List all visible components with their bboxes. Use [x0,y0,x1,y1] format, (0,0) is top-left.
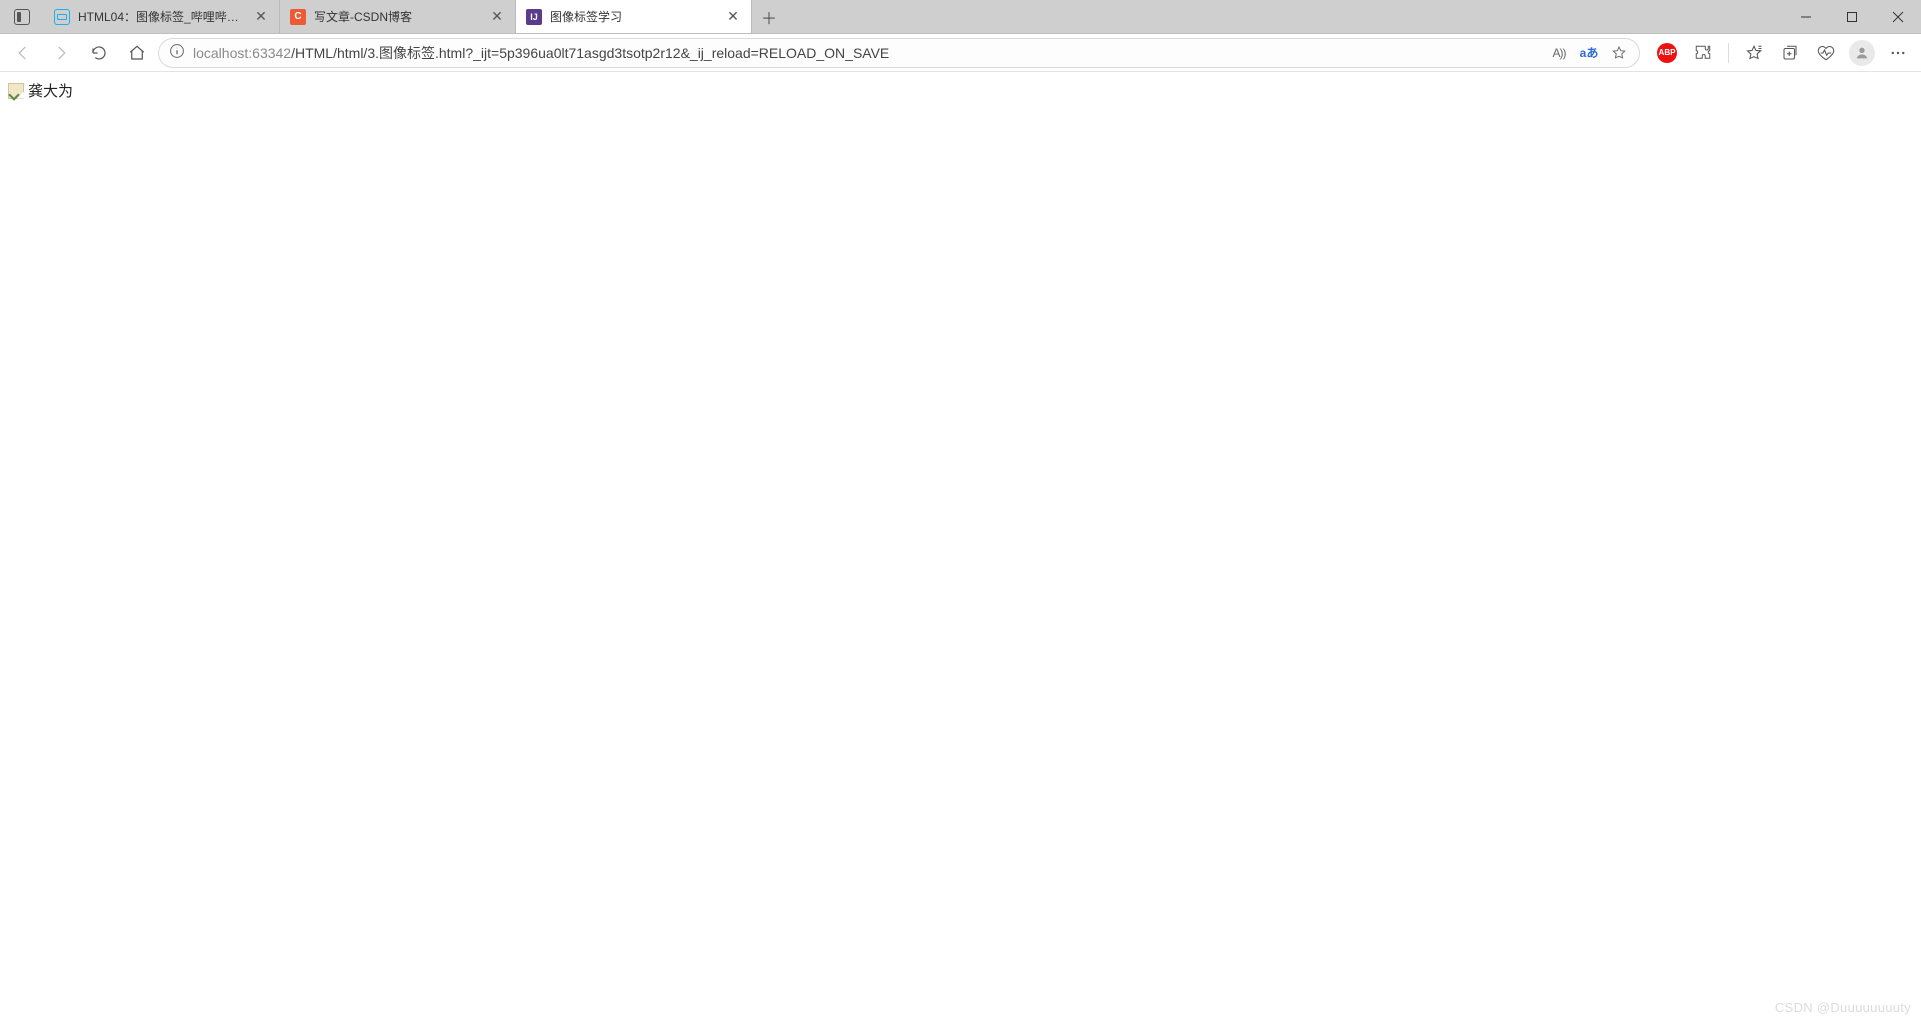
intellij-icon: IJ [526,9,542,25]
tab-title: 写文章-CSDN博客 [314,8,481,25]
address-bar[interactable]: localhost:63342/HTML/html/3.图像标签.html?_i… [158,38,1640,68]
favorites-icon [1745,44,1763,62]
toolbar-divider [1728,43,1729,63]
close-tab-button[interactable]: ✕ [253,9,269,25]
url-host: localhost [193,45,248,61]
collections-button[interactable] [1773,38,1807,68]
refresh-icon [90,44,108,62]
minimize-button[interactable] [1783,0,1829,33]
close-tab-button[interactable]: ✕ [489,9,505,25]
tab-active[interactable]: IJ 图像标签学习 ✕ [516,0,752,33]
more-icon [1889,44,1907,62]
tab-title: HTML04：图像标签_哔哩哔哩_bi [78,8,245,25]
favorite-button[interactable] [1609,43,1629,63]
back-button[interactable] [6,38,40,68]
more-button[interactable] [1881,38,1915,68]
avatar-icon [1849,40,1875,66]
close-tab-button[interactable]: ✕ [725,9,741,25]
maximize-button[interactable] [1829,0,1875,33]
tab-actions-button[interactable] [0,0,44,33]
tab-csdn[interactable]: C 写文章-CSDN博客 ✕ [280,0,516,33]
bilibili-icon [54,9,70,25]
refresh-button[interactable] [82,38,116,68]
tabs: HTML04：图像标签_哔哩哔哩_bi ✕ C 写文章-CSDN博客 ✕ IJ … [44,0,752,33]
url-text: localhost:63342/HTML/html/3.图像标签.html?_i… [193,43,889,63]
read-aloud-button[interactable]: A)) [1549,43,1569,63]
home-icon [128,44,146,62]
toolbar-right: ABP [1644,38,1915,68]
csdn-icon: C [290,9,306,25]
window-controls [1783,0,1921,33]
tab-title: 图像标签学习 [550,8,717,25]
broken-image: 龚大为 [8,80,73,101]
performance-button[interactable] [1809,38,1843,68]
translate-button[interactable]: aあ [1579,43,1599,63]
extensions-button[interactable] [1686,38,1720,68]
broken-image-icon [8,83,24,99]
home-button[interactable] [120,38,154,68]
profile-button[interactable] [1845,38,1879,68]
adblock-button[interactable]: ABP [1650,38,1684,68]
new-tab-button[interactable]: ＋ [752,0,786,33]
abp-icon: ABP [1657,43,1677,63]
maximize-icon [1846,11,1858,23]
forward-button[interactable] [44,38,78,68]
close-window-button[interactable] [1875,0,1921,33]
tab-strip: HTML04：图像标签_哔哩哔哩_bi ✕ C 写文章-CSDN博客 ✕ IJ … [0,0,1921,34]
favorites-button[interactable] [1737,38,1771,68]
page-viewport: 龚大为 CSDN @Duuuuuuuuty [0,72,1921,1021]
url-port: :63342 [248,45,291,61]
heartbeat-icon [1817,44,1835,62]
watermark: CSDN @Duuuuuuuuty [1775,1000,1911,1015]
arrow-left-icon [14,44,32,62]
collections-icon [1781,44,1799,62]
site-info-icon[interactable] [169,43,185,62]
address-bar-actions: A)) aあ [1549,43,1629,63]
minimize-icon [1800,11,1812,23]
tab-bilibili[interactable]: HTML04：图像标签_哔哩哔哩_bi ✕ [44,0,280,33]
close-icon [1892,11,1904,23]
url-path: /HTML/html/3.图像标签.html?_ijt=5p396ua0lt71… [291,45,889,61]
toolbar: localhost:63342/HTML/html/3.图像标签.html?_i… [0,34,1921,72]
arrow-right-icon [52,44,70,62]
puzzle-icon [1694,44,1712,62]
broken-image-alt: 龚大为 [28,80,73,101]
tab-actions-icon [14,9,30,25]
star-icon [1611,45,1627,61]
